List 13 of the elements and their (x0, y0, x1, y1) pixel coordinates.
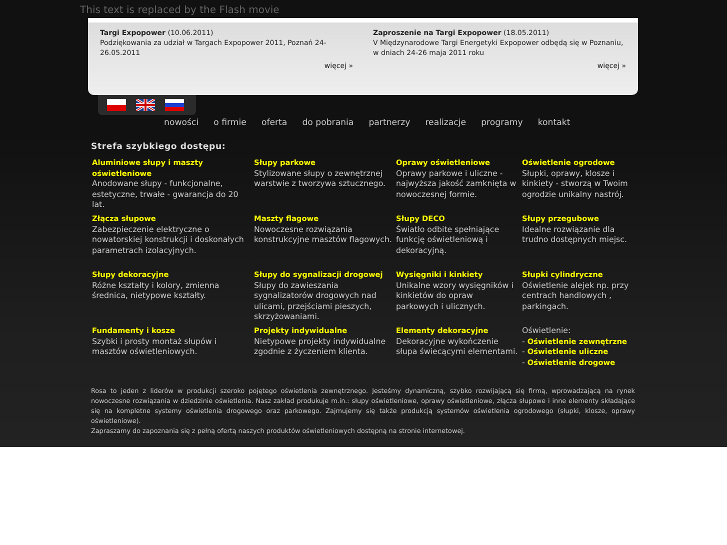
nav-link[interactable]: do pobrania (302, 118, 354, 128)
section-title: Strefa szybkiego dostępu: (91, 142, 227, 152)
nav-link[interactable]: partnerzy (368, 118, 410, 128)
nav-link[interactable]: oferta (261, 118, 288, 128)
nav-link[interactable]: realizacje (425, 118, 466, 128)
nav-link[interactable]: nowości (164, 118, 199, 128)
flash-placeholder-text: This text is replaced by the Flash movie (80, 4, 280, 18)
nav-link[interactable]: kontakt (538, 118, 570, 128)
flag-icon[interactable] (107, 99, 126, 111)
flag-icon[interactable] (165, 99, 184, 111)
flag-icon[interactable] (136, 99, 155, 111)
nav-link[interactable]: o firmie (214, 118, 246, 128)
nav-link[interactable]: programy (481, 118, 523, 128)
